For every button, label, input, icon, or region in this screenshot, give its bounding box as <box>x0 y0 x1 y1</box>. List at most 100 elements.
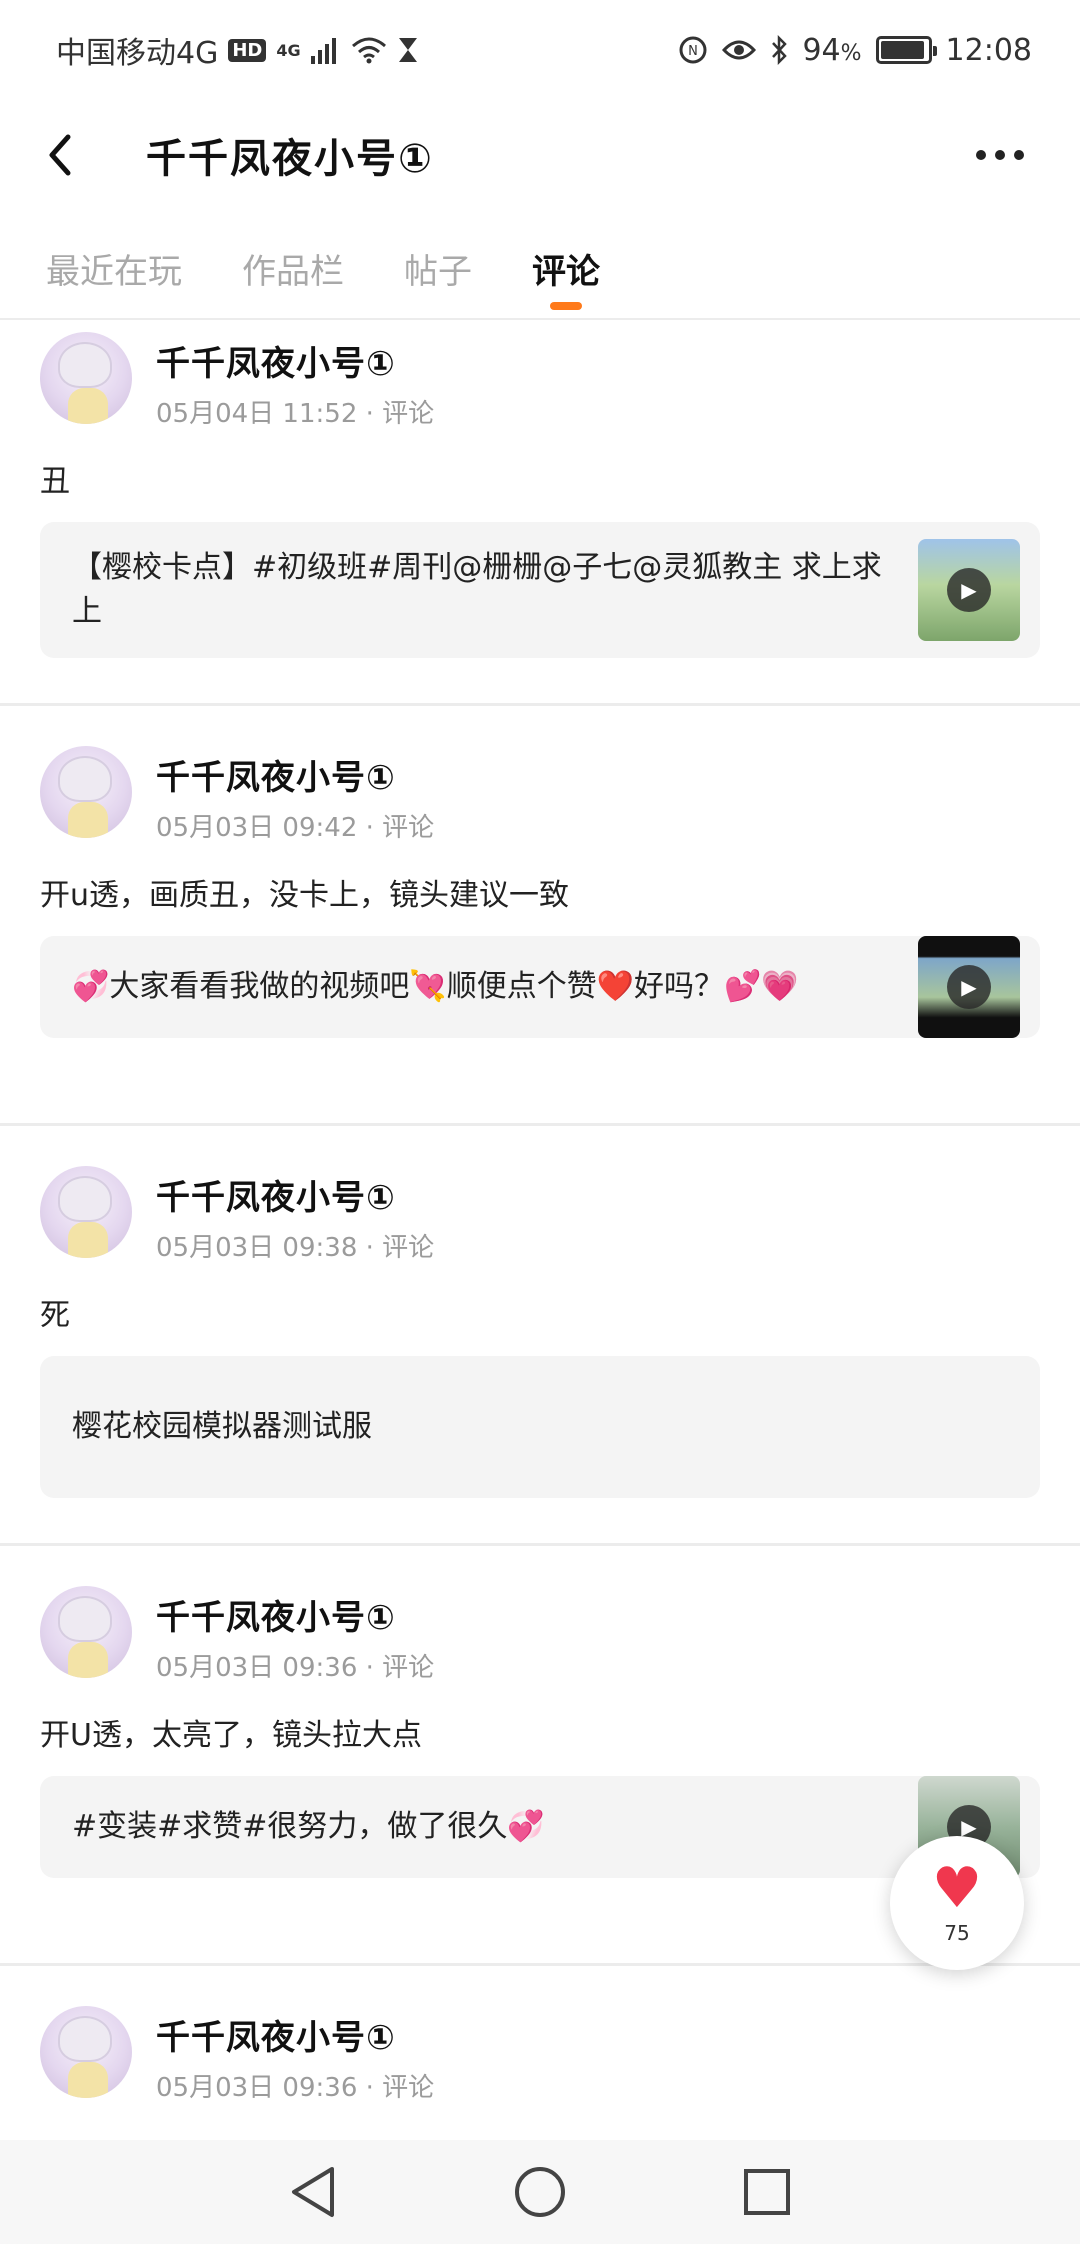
avatar-body <box>68 802 108 838</box>
avatar[interactable] <box>40 332 132 424</box>
avatar-hair <box>58 342 112 388</box>
chevron-left-icon <box>49 134 71 176</box>
comment-meta: 千千凤夜小号① 05月03日 09:38 · 评论 <box>156 1166 434 1264</box>
more-dot <box>1014 150 1024 160</box>
nfc-icon: N <box>679 36 707 64</box>
status-bar: 中国移动4G HD 4G N 94% 12:08 <box>0 0 1080 100</box>
quoted-work-card[interactable]: 💞大家看看我做的视频吧💘顺便点个赞❤️好吗？💕💗 ▶ <box>40 936 1040 1038</box>
tab-recent-play[interactable]: 最近在玩 <box>46 222 182 318</box>
author-name[interactable]: 千千凤夜小号① <box>156 750 434 799</box>
quoted-work-title: 樱花校园模拟器测试服 <box>72 1409 372 1444</box>
quoted-work-title: 【樱校卡点】#初级班#周刊@栅栅@子七@灵狐教主 求上求上 <box>72 550 882 629</box>
comment-header: 千千凤夜小号① 05月04日 11:52 · 评论 <box>40 332 1040 430</box>
video-thumbnail[interactable]: ▶ <box>918 936 1020 1038</box>
tab-label: 评论 <box>532 252 600 292</box>
hourglass-icon <box>398 38 417 62</box>
tab-active-indicator <box>550 302 582 310</box>
comment-time: 05月03日 09:38 · 评论 <box>156 1233 435 1263</box>
battery-text: 94% <box>802 32 862 68</box>
heart-icon: ♥ <box>931 1856 983 1921</box>
status-right: N 94% 12:08 <box>678 33 1032 68</box>
quoted-work-card[interactable]: 【樱校卡点】#初级班#周刊@栅栅@子七@灵狐教主 求上求上 ▶ <box>40 522 1040 658</box>
avatar-body <box>68 1642 108 1678</box>
comment-time: 05月03日 09:42 · 评论 <box>156 813 435 843</box>
comment-item[interactable]: 千千凤夜小号① 05月03日 09:38 · 评论 死 樱花校园模拟器测试服 <box>0 1126 1080 1546</box>
comment-text: 开u透，画质丑，没卡上，镜头建议一致 <box>40 878 570 913</box>
comment-item[interactable]: 千千凤夜小号① 05月03日 09:36 · 评论 <box>0 1966 1080 2137</box>
comment-text: 死 <box>40 1298 70 1333</box>
avatar-hair <box>58 2016 112 2062</box>
like-button[interactable]: ♥ 75 <box>890 1836 1024 1970</box>
quoted-work-title: 💞大家看看我做的视频吧💘顺便点个赞❤️好吗？💕💗 <box>72 969 799 1004</box>
tab-works[interactable]: 作品栏 <box>242 222 344 318</box>
hd-badge: HD <box>228 38 267 62</box>
triangle-back-icon <box>292 2167 335 2217</box>
like-count: 75 <box>944 1921 970 1945</box>
clock-text: 12:08 <box>945 32 1032 68</box>
avatar-body <box>68 388 108 424</box>
comment-meta: 千千凤夜小号① 05月03日 09:36 · 评论 <box>156 1586 434 1684</box>
quoted-work-card[interactable]: 樱花校园模拟器测试服 <box>40 1356 1040 1498</box>
tab-label: 作品栏 <box>242 252 344 292</box>
play-icon: ▶ <box>947 965 991 1009</box>
avatar[interactable] <box>40 1166 132 1258</box>
battery-level <box>880 41 924 59</box>
comment-time: 05月03日 09:36 · 评论 <box>156 1653 435 1683</box>
quoted-work-card[interactable]: #变装#求赞#很努力，做了很久💞 ▶ <box>40 1776 1040 1878</box>
signal-icon <box>310 38 336 64</box>
avatar-body <box>68 2062 108 2098</box>
svg-text:N: N <box>689 44 699 59</box>
nav-home-button[interactable] <box>495 2147 585 2237</box>
author-name[interactable]: 千千凤夜小号① <box>156 2010 434 2059</box>
comment-item[interactable]: 千千凤夜小号① 05月03日 09:42 · 评论 开u透，画质丑，没卡上，镜头… <box>0 706 1080 1126</box>
status-left: 中国移动4G HD 4G <box>56 28 419 72</box>
avatar[interactable] <box>40 1586 132 1678</box>
comment-item[interactable]: 千千凤夜小号① 05月04日 11:52 · 评论 丑 【樱校卡点】#初级班#周… <box>0 322 1080 706</box>
comment-meta: 千千凤夜小号① 05月04日 11:52 · 评论 <box>156 332 434 430</box>
author-name[interactable]: 千千凤夜小号① <box>156 1170 434 1219</box>
nav-back-button[interactable] <box>268 2147 358 2237</box>
tab-label: 帖子 <box>404 252 472 292</box>
comment-time: 05月04日 11:52 · 评论 <box>156 399 435 429</box>
avatar-hair <box>58 1176 112 1222</box>
avatar[interactable] <box>40 746 132 838</box>
more-button[interactable] <box>950 100 1050 210</box>
author-name[interactable]: 千千凤夜小号① <box>156 336 434 385</box>
comment-meta: 千千凤夜小号① 05月03日 09:42 · 评论 <box>156 746 434 844</box>
nav-recents-button[interactable] <box>722 2147 812 2237</box>
video-thumbnail[interactable]: ▶ <box>918 539 1020 641</box>
carrier-text: 中国移动4G <box>56 36 219 71</box>
tab-label: 最近在玩 <box>46 252 182 292</box>
tab-comments[interactable]: 评论 <box>532 222 600 318</box>
tab-posts[interactable]: 帖子 <box>404 222 472 318</box>
more-dots-icon <box>976 150 986 160</box>
comment-header: 千千凤夜小号① 05月03日 09:42 · 评论 <box>40 746 1040 844</box>
comment-header: 千千凤夜小号① 05月03日 09:36 · 评论 <box>40 2006 1040 2104</box>
quoted-work-title: #变装#求赞#很努力，做了很久💞 <box>72 1809 545 1844</box>
app-header: 千千凤夜小号① <box>0 100 1080 210</box>
eye-comfort-icon <box>722 40 757 60</box>
bluetooth-icon <box>772 35 788 65</box>
comment-text: 丑 <box>40 464 70 499</box>
wifi-icon <box>351 37 386 64</box>
system-nav-bar <box>0 2140 1080 2244</box>
page-title: 千千凤夜小号① <box>146 136 434 182</box>
network-type: 4G <box>276 40 301 60</box>
comment-text: 开U透，太亮了，镜头拉大点 <box>40 1718 422 1753</box>
square-recents-icon <box>743 2169 790 2215</box>
comment-header: 千千凤夜小号① 05月03日 09:38 · 评论 <box>40 1166 1040 1264</box>
comment-meta: 千千凤夜小号① 05月03日 09:36 · 评论 <box>156 2006 434 2104</box>
author-name[interactable]: 千千凤夜小号① <box>156 1590 434 1639</box>
avatar-body <box>68 1222 108 1258</box>
battery-icon <box>875 36 937 64</box>
comment-time: 05月03日 09:36 · 评论 <box>156 2073 435 2103</box>
circle-home-icon <box>514 2167 565 2217</box>
avatar-hair <box>58 1596 112 1642</box>
avatar[interactable] <box>40 2006 132 2098</box>
profile-tabs: 最近在玩 作品栏 帖子 评论 <box>0 222 1080 320</box>
back-button[interactable] <box>0 100 120 210</box>
comment-header: 千千凤夜小号① 05月03日 09:36 · 评论 <box>40 1586 1040 1684</box>
avatar-hair <box>58 756 112 802</box>
more-dot <box>995 150 1005 160</box>
play-icon: ▶ <box>947 568 991 612</box>
